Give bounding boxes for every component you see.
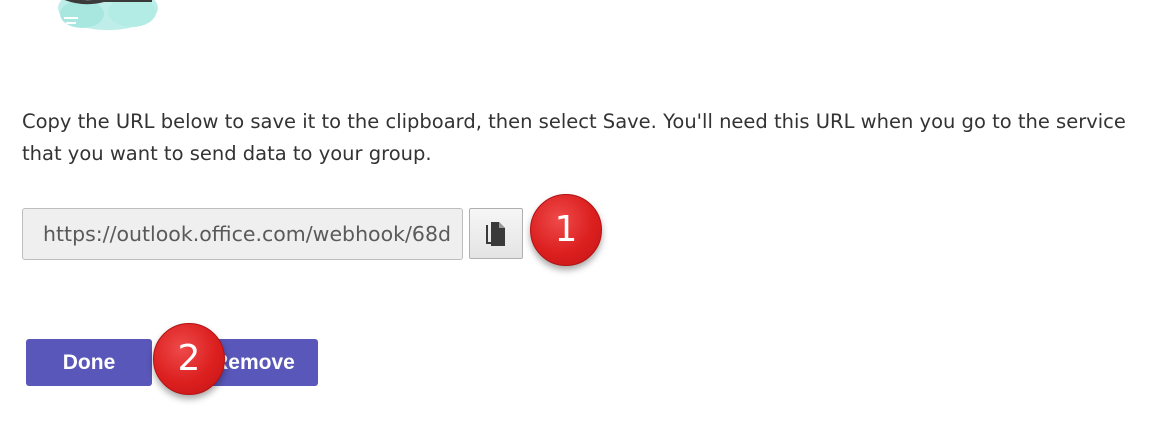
instructions-text: Copy the URL below to save it to the cli… [22,110,1126,165]
step-1-marker: 1 [530,194,602,266]
step-2-marker: 2 [153,323,225,395]
webhook-url-field[interactable] [22,208,463,260]
copy-url-button[interactable] [469,208,523,259]
copy-icon [486,222,505,246]
connector-config-panel: Copy the URL below to save it to the cli… [0,0,1151,426]
connector-logo-icon [58,0,158,30]
done-button[interactable]: Done [26,339,152,386]
